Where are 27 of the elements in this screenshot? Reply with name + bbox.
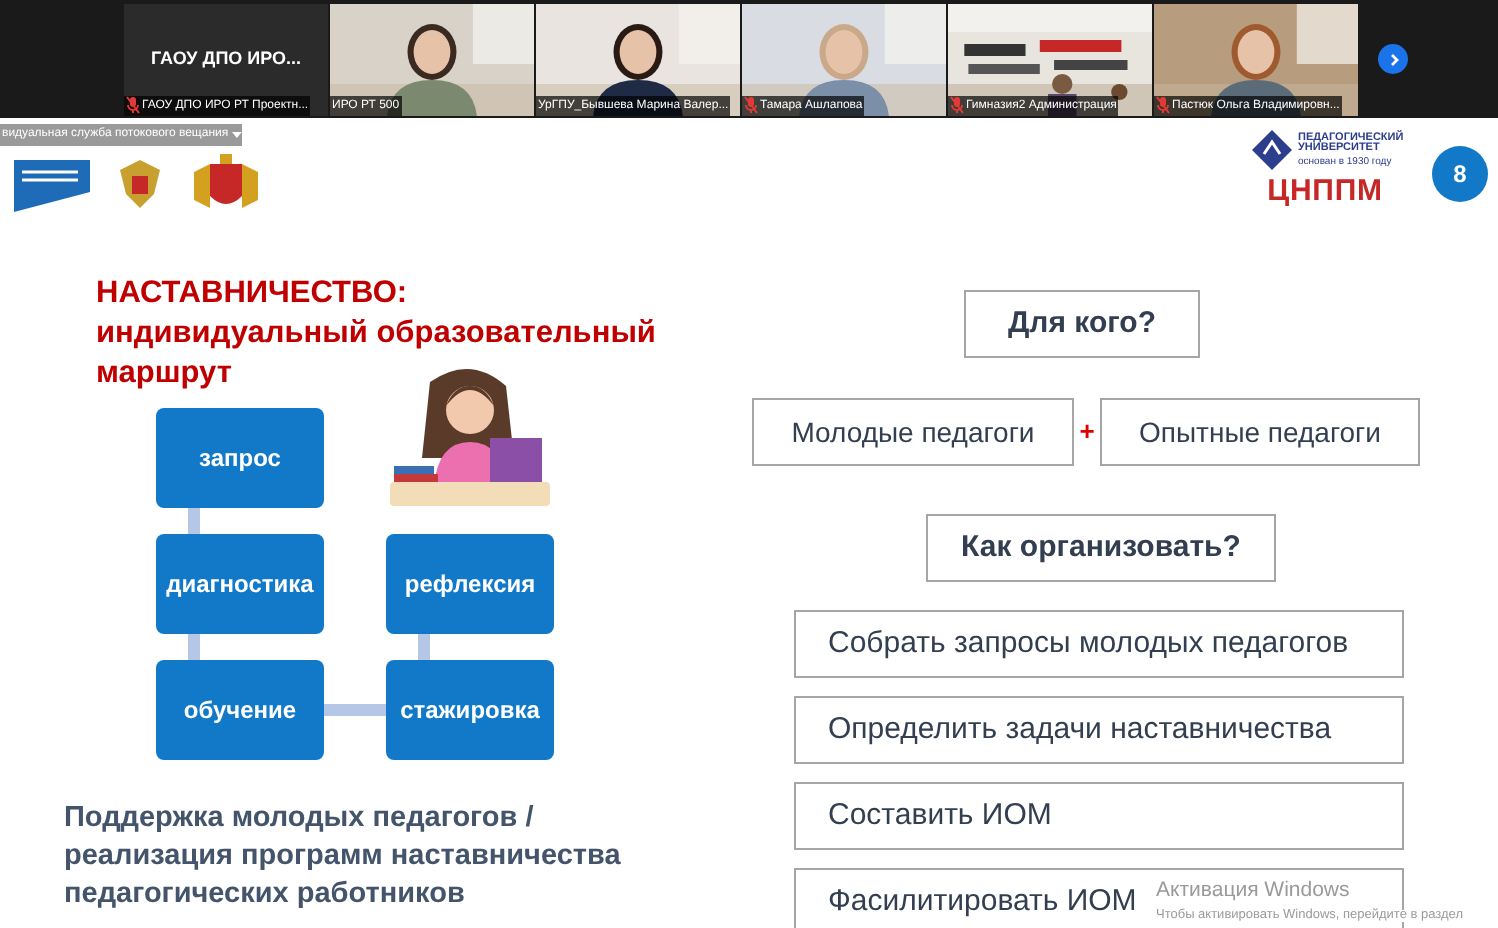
step-box: Составить ИОМ xyxy=(794,782,1404,850)
plus-sign: + xyxy=(1077,414,1097,451)
chevron-right-icon xyxy=(1385,51,1401,67)
diagram-node: рефлексия xyxy=(386,534,554,634)
university-emblem-icon xyxy=(1252,130,1292,170)
slide-caption: Поддержка молодых педагогов / реализация программ наставничества педагогических работников xyxy=(64,800,623,914)
audience-box: Опытные педагоги xyxy=(1100,398,1420,466)
muted-mic-icon xyxy=(126,96,140,114)
diagram-node: стажировка xyxy=(386,660,554,760)
step-box: Собрать запросы молодых педагогов xyxy=(794,610,1404,678)
question-box: Для кого? xyxy=(964,290,1200,358)
activation-watermark-title: Активация Windows xyxy=(1156,880,1352,901)
audience-box: Молодые педагоги xyxy=(752,398,1074,466)
next-page-button[interactable] xyxy=(1378,44,1408,74)
participant-name: ГАОУ ДПО ИРО... xyxy=(150,45,302,72)
slide-title: НАСТАВНИЧЕСТВО: xyxy=(96,274,410,314)
muted-mic-icon xyxy=(744,96,758,114)
slide-subtitle: индивидуальный образовательный маршрут xyxy=(96,314,658,394)
muted-mic-icon xyxy=(1156,96,1170,114)
step-box: Определить задачи наставничества xyxy=(794,696,1404,764)
muted-mic-icon xyxy=(950,96,964,114)
question-box: Как организовать? xyxy=(926,514,1276,582)
page-number-badge: 8 xyxy=(1432,146,1488,202)
diagram-node: диагностика xyxy=(156,534,324,634)
centre-logo-text: ЦНППМ xyxy=(1267,176,1383,206)
diagram-node: обучение xyxy=(156,660,324,760)
diagram-node: запрос xyxy=(156,408,324,508)
